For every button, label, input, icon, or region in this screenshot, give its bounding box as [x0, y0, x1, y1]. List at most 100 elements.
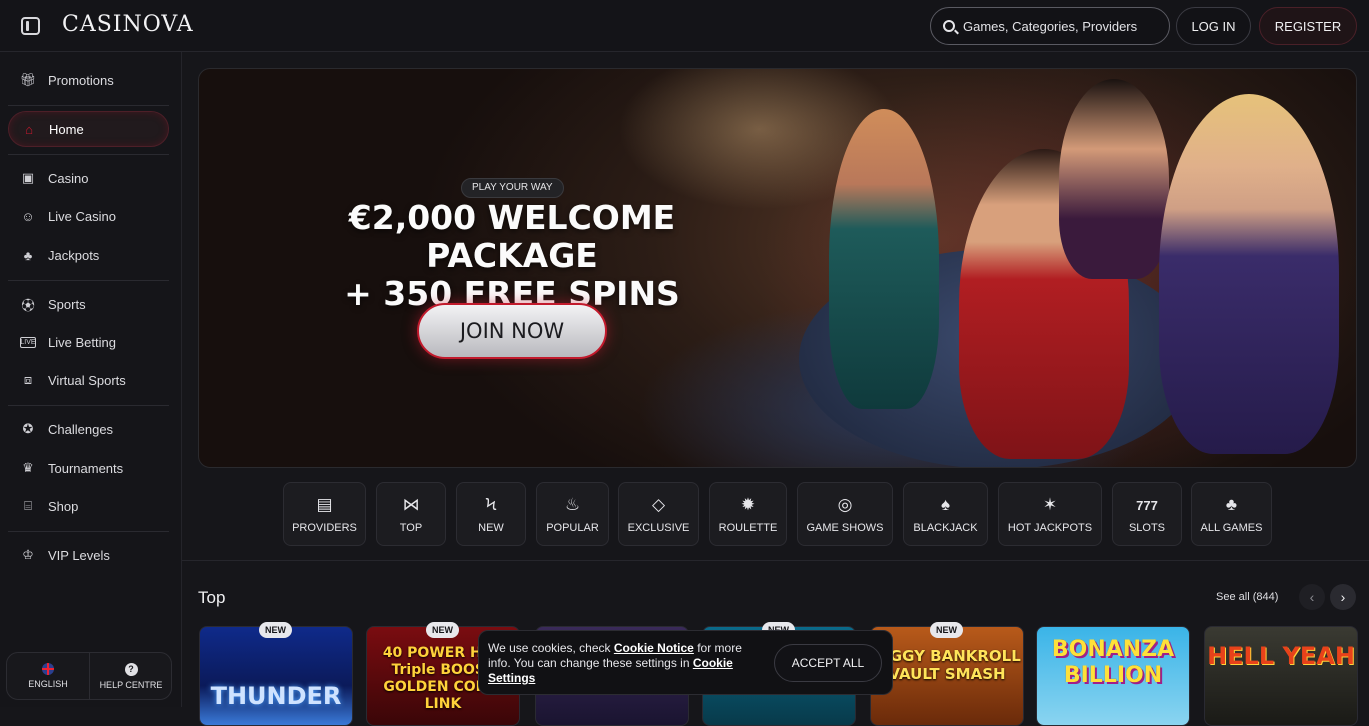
accept-all-button[interactable]: ACCEPT ALL [774, 644, 882, 682]
top-bar: CASINOVA LOG IN REGISTER [0, 0, 1369, 52]
search-box[interactable] [930, 7, 1170, 45]
game-title: BONANZA BILLION [1051, 637, 1175, 688]
sidebar-item-tournaments[interactable]: ♛ Tournaments [8, 450, 169, 486]
sidebar-footer: ENGLISH ? HELP CENTRE [6, 652, 172, 700]
sidebar-divider [8, 531, 169, 532]
category-roulette[interactable]: ✹ ROULETTE [709, 482, 787, 546]
sidebar-item-label: Jackpots [48, 247, 100, 263]
slot-machine-icon: ▣ [21, 170, 35, 185]
woman-figure-right [1159, 94, 1339, 454]
sidebar-item-label: Live Betting [48, 334, 116, 350]
category-label: PROVIDERS [292, 522, 357, 534]
diamond-icon: ◇ [651, 495, 666, 514]
category-game-shows[interactable]: ◎ GAME SHOWS [797, 482, 893, 546]
category-all-games[interactable]: ♣ ALL GAMES [1191, 482, 1272, 546]
cookie-text-start: We use cookies, check [488, 641, 614, 655]
join-now-button[interactable]: JOIN NOW [417, 303, 607, 359]
sidebar-item-home[interactable]: ⌂ Home [8, 111, 169, 147]
category-label: GAME SHOWS [806, 522, 884, 534]
carousel-prev-button[interactable]: ‹ [1299, 584, 1325, 610]
chevron-right-icon: › [1340, 589, 1346, 605]
search-icon [943, 20, 955, 32]
hero-banner[interactable]: PLAY YOUR WAY €2,000 WELCOME PACKAGE + 3… [198, 68, 1357, 468]
sidebar-item-promotions[interactable]: 🎁︎ Promotions [8, 62, 169, 98]
sidebar-item-vip-levels[interactable]: ♔ VIP Levels [8, 537, 169, 573]
cookie-text: We use cookies, check Cookie Notice for … [488, 641, 756, 686]
sidebar-item-label: VIP Levels [48, 547, 110, 563]
language-selector[interactable]: ENGLISH [7, 653, 89, 699]
shop-icon: ⌸ [24, 498, 32, 513]
category-exclusive[interactable]: ◇ EXCLUSIVE [618, 482, 699, 546]
cookie-notice-link[interactable]: Cookie Notice [614, 641, 694, 655]
mask-icon: ◎ [837, 495, 853, 514]
chevron-left-icon: ‹ [1309, 589, 1315, 605]
roulette-icon: ✹ [740, 495, 756, 514]
section-divider [182, 560, 1369, 561]
game-tile[interactable]: THUNDER [199, 626, 353, 726]
bowtie-icon: ⋈ [402, 495, 420, 514]
game-title: HELL YEAH [1207, 642, 1355, 670]
category-providers[interactable]: ▤ PROVIDERS [283, 482, 366, 546]
category-top[interactable]: ⋈ TOP [376, 482, 446, 546]
category-slots[interactable]: 777 SLOTS [1112, 482, 1182, 546]
lightning-icon: ϟ [485, 495, 497, 514]
woman-figure-left [829, 109, 939, 409]
sidebar-item-sports[interactable]: ⚽︎ Sports [8, 286, 169, 322]
login-button[interactable]: LOG IN [1176, 7, 1251, 45]
sidebar-divider [8, 154, 169, 155]
medal-icon: ✪ [22, 421, 34, 436]
new-badge: NEW [930, 622, 963, 638]
hero-headline-line1: €2,000 WELCOME PACKAGE [348, 198, 676, 275]
question-icon: ? [124, 662, 138, 676]
category-new[interactable]: ϟ NEW [456, 482, 526, 546]
uk-flag-icon [42, 663, 54, 675]
category-popular[interactable]: ♨ POPULAR [536, 482, 609, 546]
game-tile[interactable]: HELL YEAH [1204, 626, 1358, 726]
sidebar-divider [8, 280, 169, 281]
search-input[interactable] [963, 16, 1163, 36]
game-title: THUNDER [210, 682, 342, 710]
sidebar-item-label: Challenges [48, 421, 114, 437]
category-label: SLOTS [1128, 522, 1166, 534]
cards-icon: ♠ [940, 495, 951, 514]
clover-icon: ♣ [23, 247, 33, 263]
gift-icon: 🎁︎ [19, 72, 37, 87]
category-label: HOT JACKPOTS [1007, 522, 1093, 534]
see-all-link[interactable]: See all (844) [1216, 591, 1278, 603]
sidebar-item-live-betting[interactable]: LIVE Live Betting [8, 324, 169, 360]
sidebar-item-label: Tournaments [48, 460, 124, 476]
sidebar-item-jackpots[interactable]: ♣ Jackpots [8, 237, 169, 273]
sidebar-item-label: Home [49, 121, 84, 137]
sidebar-item-label: Promotions [48, 72, 114, 88]
sidebar-toggle-icon[interactable] [21, 17, 40, 35]
hero-headline: €2,000 WELCOME PACKAGE + 350 FREE SPINS [269, 199, 755, 313]
language-label: ENGLISH [28, 679, 68, 689]
sidebar-item-challenges[interactable]: ✪ Challenges [8, 411, 169, 447]
sidebar-item-shop[interactable]: ⌸ Shop [8, 488, 169, 524]
category-hot-jackpots[interactable]: ✶ HOT JACKPOTS [998, 482, 1102, 546]
sidebar-item-label: Casino [48, 170, 89, 186]
category-label: NEW [478, 522, 504, 534]
sidebar-item-casino[interactable]: ▣ Casino [8, 160, 169, 196]
register-button[interactable]: REGISTER [1259, 7, 1357, 45]
game-tile[interactable]: BONANZA BILLION [1036, 626, 1190, 726]
virtual-screen-icon: ⧈ [23, 372, 33, 387]
category-blackjack[interactable]: ♠ BLACKJACK [903, 482, 988, 546]
sidebar-item-virtual-sports[interactable]: ⧈ Virtual Sports [8, 362, 169, 398]
flame-icon: ♨ [564, 495, 581, 514]
casinova-logo[interactable]: CASINOVA [62, 12, 194, 37]
sidebar-item-label: Live Casino [48, 208, 116, 224]
help-centre-button[interactable]: ? HELP CENTRE [90, 653, 172, 699]
live-icon: LIVE [20, 336, 36, 348]
category-label: ALL GAMES [1200, 522, 1263, 534]
cookie-banner: We use cookies, check Cookie Notice for … [478, 630, 893, 695]
crown-icon: ♔ [22, 547, 34, 562]
category-label: EXCLUSIVE [627, 522, 690, 534]
sidebar-divider [8, 105, 169, 106]
game-tile[interactable]: PIGGY BANKROLL VAULT SMASH [870, 626, 1024, 726]
section-title: Top [198, 588, 226, 607]
sidebar-item-live-casino[interactable]: ☺ Live Casino [8, 198, 169, 234]
category-label: BLACKJACK [913, 522, 978, 534]
carousel-next-button[interactable]: › [1330, 584, 1356, 610]
dealer-icon: ☺ [21, 208, 35, 224]
